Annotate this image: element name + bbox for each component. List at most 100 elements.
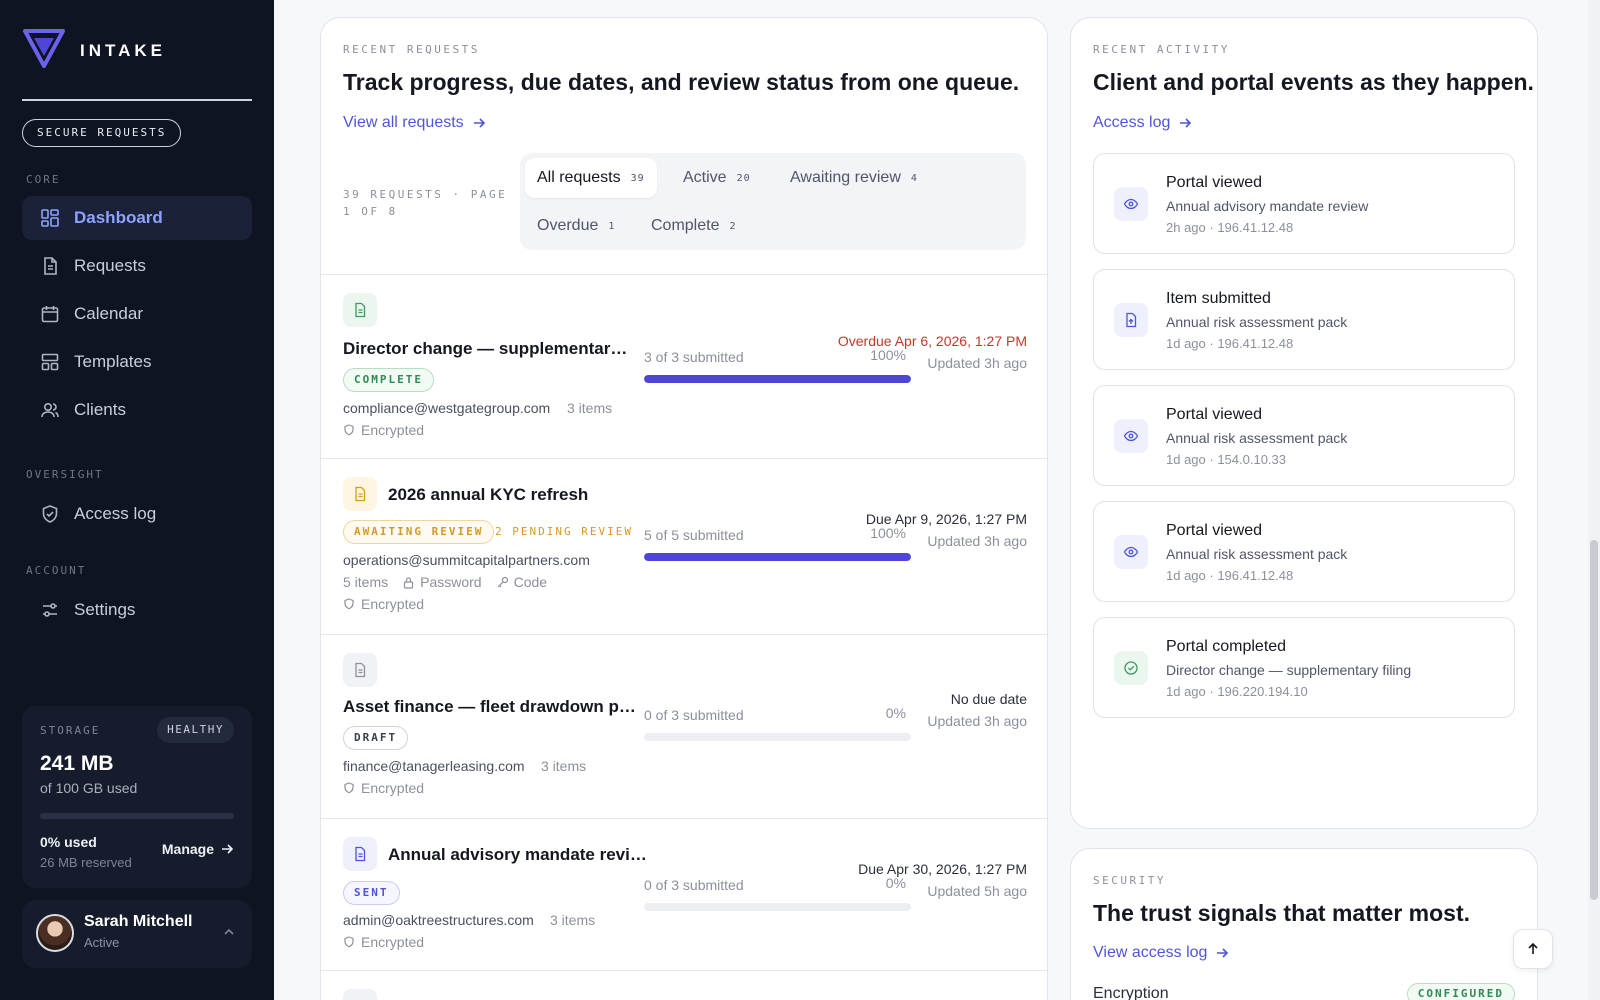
- view-all-requests-link[interactable]: View all requests: [343, 114, 486, 132]
- eye-icon: [1114, 187, 1148, 221]
- activity-title: Portal viewed: [1166, 406, 1263, 423]
- shield-icon: [344, 424, 354, 436]
- storage-status-badge: HEALTHY: [157, 717, 234, 743]
- activity-item[interactable]: Portal completed Director change — suppl…: [1093, 617, 1515, 718]
- item-count: 3 items: [550, 912, 596, 928]
- recent-activity-title: Client and portal events as they happen.: [1093, 69, 1534, 95]
- progress-percent: 0%: [885, 705, 906, 721]
- sidebar-item-clients[interactable]: Clients: [22, 388, 252, 432]
- scrollbar-thumb[interactable]: [1590, 540, 1598, 900]
- dashboard-icon: [40, 208, 60, 228]
- manage-label: Manage: [161, 841, 214, 857]
- progress-bar: [644, 903, 911, 911]
- avatar: [36, 914, 74, 952]
- tab-active[interactable]: Active 20: [671, 158, 763, 198]
- arrow-right-icon: [1180, 118, 1192, 128]
- activity-item[interactable]: Portal viewed Annual risk assessment pac…: [1093, 385, 1515, 486]
- arrow-up-icon: [1528, 942, 1538, 954]
- activity-meta: 1d ago · 196.220.194.10: [1166, 684, 1308, 699]
- sidebar-item-requests[interactable]: Requests: [22, 244, 252, 288]
- encrypted-indicator: Encrypted: [343, 934, 424, 950]
- submitted-count: 0 of 3 submitted: [644, 877, 744, 893]
- activity-item[interactable]: Portal viewed Annual advisory mandate re…: [1093, 153, 1515, 254]
- submitted-count: 0 of 3 submitted: [644, 707, 744, 723]
- encrypted-indicator: Encrypted: [343, 422, 424, 438]
- user-status: Active: [84, 935, 120, 950]
- sidebar-item-dashboard[interactable]: Dashboard: [22, 196, 252, 240]
- request-items: 3 items: [550, 912, 595, 928]
- progress-bar: [644, 733, 911, 741]
- brand[interactable]: INTAKE: [22, 26, 166, 75]
- item-count: 3 items: [541, 758, 587, 774]
- security-eyebrow: SECURITY: [1093, 874, 1166, 887]
- sidebar-item-label: Clients: [74, 400, 126, 419]
- storage-amount: 241 MB: [40, 752, 114, 775]
- progress-percent: 100%: [870, 525, 906, 541]
- sidebar-item-label: Templates: [74, 352, 152, 371]
- encrypted-label: Encrypted: [361, 596, 425, 612]
- table-row[interactable]: Director change — supplementary fil... C…: [321, 274, 1047, 458]
- progress-fill: [644, 553, 911, 561]
- activity-item[interactable]: Item submitted Annual risk assessment pa…: [1093, 269, 1515, 370]
- file-upload-icon: [1114, 303, 1148, 337]
- tab-overdue[interactable]: Overdue 1: [525, 206, 627, 246]
- sidebar-item-settings[interactable]: Settings: [22, 588, 252, 632]
- encryption-label: Encryption: [1093, 985, 1169, 1000]
- intake-logo-icon: [22, 26, 66, 75]
- table-row[interactable]: [321, 970, 1047, 1000]
- access-log-link[interactable]: Access log: [1093, 114, 1192, 132]
- request-items: 5 items Password Code: [343, 574, 547, 590]
- code-protection: Code: [496, 574, 547, 590]
- table-row[interactable]: Annual advisory mandate review SENT admi…: [321, 818, 1047, 970]
- sidebar-item-access-log[interactable]: Access log: [22, 492, 252, 536]
- tab-all-requests[interactable]: All requests 39: [525, 158, 657, 198]
- users-icon: [40, 400, 60, 420]
- activity-title: Item submitted: [1166, 290, 1271, 307]
- sidebar-item-label: Calendar: [74, 304, 143, 323]
- view-access-log-link[interactable]: View access log: [1093, 944, 1229, 962]
- storage-card: STORAGE HEALTHY 241 MB of 100 GB used 0%…: [22, 706, 252, 888]
- sidebar-item-templates[interactable]: Templates: [22, 340, 252, 384]
- document-icon: [40, 256, 60, 276]
- activity-item[interactable]: Portal viewed Annual risk assessment pac…: [1093, 501, 1515, 602]
- scroll-to-top-button[interactable]: [1513, 929, 1553, 969]
- activity-subject: Annual risk assessment pack: [1166, 314, 1348, 330]
- sidebar-item-label: Settings: [74, 600, 136, 619]
- due-date: Overdue Apr 6, 2026, 1:27 PM: [837, 333, 1027, 349]
- secure-requests-badge: SECURE REQUESTS: [22, 119, 182, 147]
- activity-meta: 1d ago · 154.0.10.33: [1166, 452, 1286, 467]
- table-row[interactable]: 2026 annual KYC refresh AWAITING REVIEW …: [321, 458, 1047, 634]
- recent-requests-title: Track progress, due dates, and review st…: [343, 69, 1020, 95]
- tab-awaiting-review[interactable]: Awaiting review 4: [778, 158, 930, 198]
- sidebar-item-label: Dashboard: [74, 208, 163, 227]
- password-protection: Password: [402, 574, 482, 590]
- lock-icon: [404, 576, 414, 589]
- updated-time: Updated 3h ago: [927, 355, 1027, 371]
- progress-fill: [644, 375, 911, 383]
- progress-bar: [644, 375, 911, 383]
- activity-title: Portal completed: [1166, 638, 1287, 655]
- sidebar-item-calendar[interactable]: Calendar: [22, 292, 252, 336]
- user-menu[interactable]: Sarah Mitchell Active: [22, 900, 252, 968]
- manage-storage-button[interactable]: Manage: [162, 841, 234, 857]
- progress-percent: 0%: [885, 875, 906, 891]
- sidebar: INTAKE SECURE REQUESTS CORE Dashboard Re…: [0, 0, 274, 1000]
- activity-subject: Annual risk assessment pack: [1166, 546, 1348, 562]
- request-title: 2026 annual KYC refresh: [388, 485, 589, 504]
- updated-time: Updated 3h ago: [927, 533, 1027, 549]
- tab-label: Complete: [651, 217, 720, 234]
- document-icon: [343, 837, 377, 871]
- tab-label: Awaiting review: [790, 169, 901, 186]
- document-icon: [343, 989, 377, 1000]
- brand-name: INTAKE: [80, 40, 167, 60]
- status-badge: AWAITING REVIEW: [343, 520, 495, 544]
- storage-label: STORAGE: [40, 724, 101, 737]
- table-row[interactable]: Asset finance — fleet drawdown pack DRAF…: [321, 634, 1047, 818]
- request-email: compliance@westgategroup.com: [343, 400, 551, 416]
- due-date: No due date: [950, 691, 1027, 707]
- request-filter-tabs: All requests 39 Active 20 Awaiting review 4…: [520, 153, 1026, 250]
- encrypted-label: Encrypted: [361, 780, 425, 796]
- activity-title: Portal viewed: [1166, 522, 1263, 539]
- tab-complete[interactable]: Complete 2: [639, 206, 749, 246]
- page-scrollbar[interactable]: [1588, 0, 1600, 1000]
